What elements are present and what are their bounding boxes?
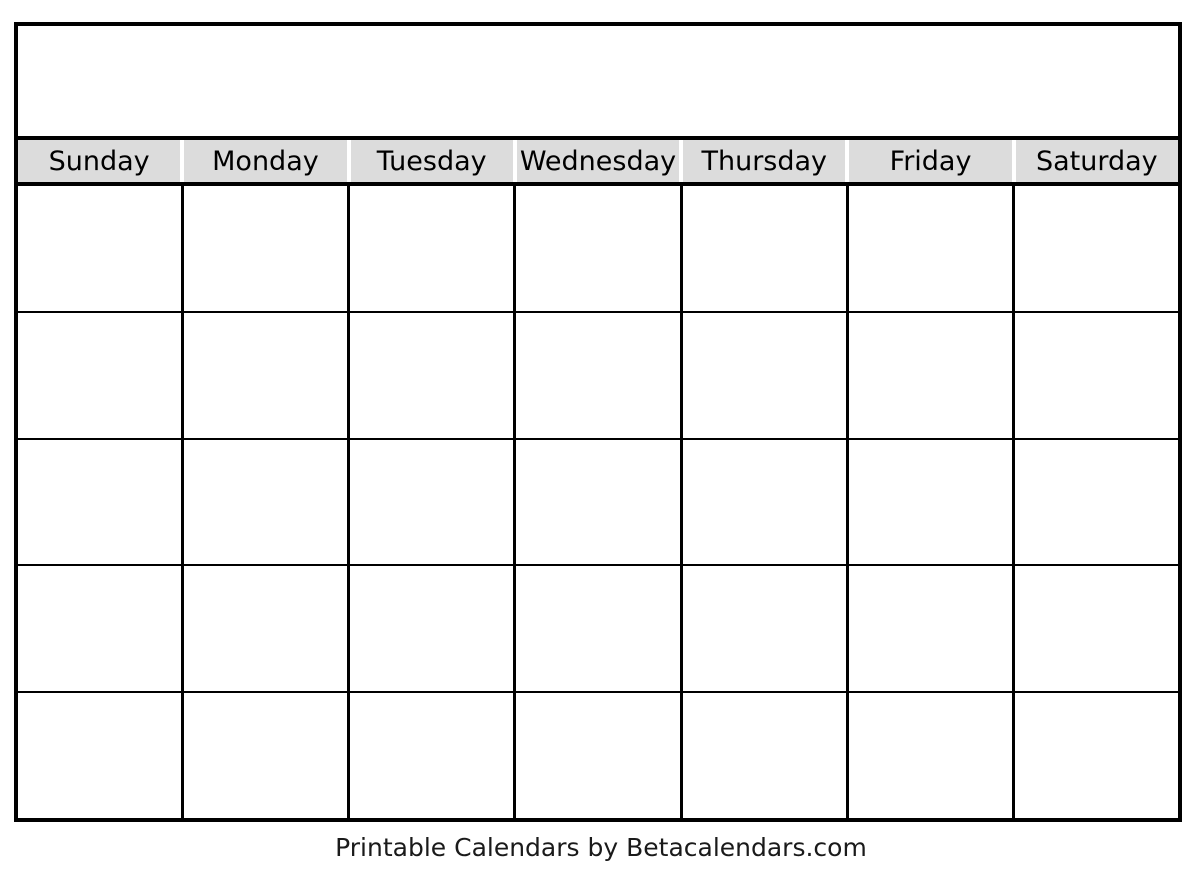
- weekday-header-label: Wednesday: [519, 145, 677, 177]
- day-cell[interactable]: [682, 312, 849, 438]
- day-cell[interactable]: [848, 566, 1015, 692]
- weekday-header-label: Saturday: [1035, 145, 1158, 177]
- day-cell[interactable]: [350, 186, 517, 311]
- week-row: [18, 566, 1178, 694]
- day-cell[interactable]: [516, 566, 683, 692]
- day-cell[interactable]: [1014, 566, 1178, 692]
- day-cell[interactable]: [184, 312, 351, 438]
- day-cell[interactable]: [1014, 439, 1178, 565]
- weekday-header-label: Tuesday: [376, 145, 487, 177]
- week-row: [18, 439, 1178, 567]
- day-cell[interactable]: [516, 693, 683, 818]
- day-cell[interactable]: [184, 439, 351, 565]
- day-cell[interactable]: [848, 693, 1015, 818]
- day-cell[interactable]: [350, 693, 517, 818]
- day-cell[interactable]: [516, 439, 683, 565]
- day-cell[interactable]: [1014, 186, 1178, 311]
- day-cell[interactable]: [682, 186, 849, 311]
- footer-credit-text: Printable Calendars by Betacalendars.com: [335, 833, 867, 862]
- weekday-header-friday: Friday: [847, 140, 1014, 182]
- day-cell[interactable]: [682, 693, 849, 818]
- day-cell[interactable]: [682, 566, 849, 692]
- weekday-header-monday: Monday: [182, 140, 349, 182]
- weekday-header-label: Sunday: [48, 145, 150, 177]
- week-row: [18, 186, 1178, 313]
- day-cell[interactable]: [18, 566, 185, 692]
- day-cell[interactable]: [516, 186, 683, 311]
- day-cell[interactable]: [184, 566, 351, 692]
- day-cell[interactable]: [1014, 693, 1178, 818]
- day-cell[interactable]: [184, 693, 351, 818]
- day-cell[interactable]: [184, 186, 351, 311]
- weekday-header-label: Monday: [212, 145, 319, 177]
- day-cell[interactable]: [18, 693, 185, 818]
- calendar-title-banner[interactable]: [18, 26, 1178, 140]
- day-cell[interactable]: [18, 439, 185, 565]
- day-cell[interactable]: [848, 186, 1015, 311]
- day-cell[interactable]: [18, 186, 185, 311]
- day-cell[interactable]: [18, 312, 185, 438]
- weekday-header-thursday: Thursday: [681, 140, 848, 182]
- day-cell[interactable]: [682, 439, 849, 565]
- weekday-header-label: Thursday: [701, 145, 828, 177]
- day-cell[interactable]: [350, 439, 517, 565]
- day-cell[interactable]: [1014, 312, 1178, 438]
- weekday-header-label: Friday: [889, 145, 972, 177]
- printable-calendar-page: Sunday Monday Tuesday Wednesday Thursday…: [0, 0, 1202, 869]
- weekday-header-wednesday: Wednesday: [514, 140, 682, 182]
- calendar-week-grid: [18, 186, 1178, 818]
- day-cell[interactable]: [516, 312, 683, 438]
- day-cell[interactable]: [848, 312, 1015, 438]
- footer: Printable Calendars by Betacalendars.com: [0, 826, 1202, 869]
- weekday-header-saturday: Saturday: [1013, 140, 1178, 182]
- day-cell[interactable]: [350, 312, 517, 438]
- weekday-header-sunday: Sunday: [18, 140, 183, 182]
- week-row: [18, 312, 1178, 440]
- calendar-frame: Sunday Monday Tuesday Wednesday Thursday…: [14, 22, 1182, 822]
- weekday-header-row: Sunday Monday Tuesday Wednesday Thursday…: [18, 140, 1178, 186]
- day-cell[interactable]: [848, 439, 1015, 565]
- week-row: [18, 693, 1178, 818]
- weekday-header-tuesday: Tuesday: [348, 140, 515, 182]
- day-cell[interactable]: [350, 566, 517, 692]
